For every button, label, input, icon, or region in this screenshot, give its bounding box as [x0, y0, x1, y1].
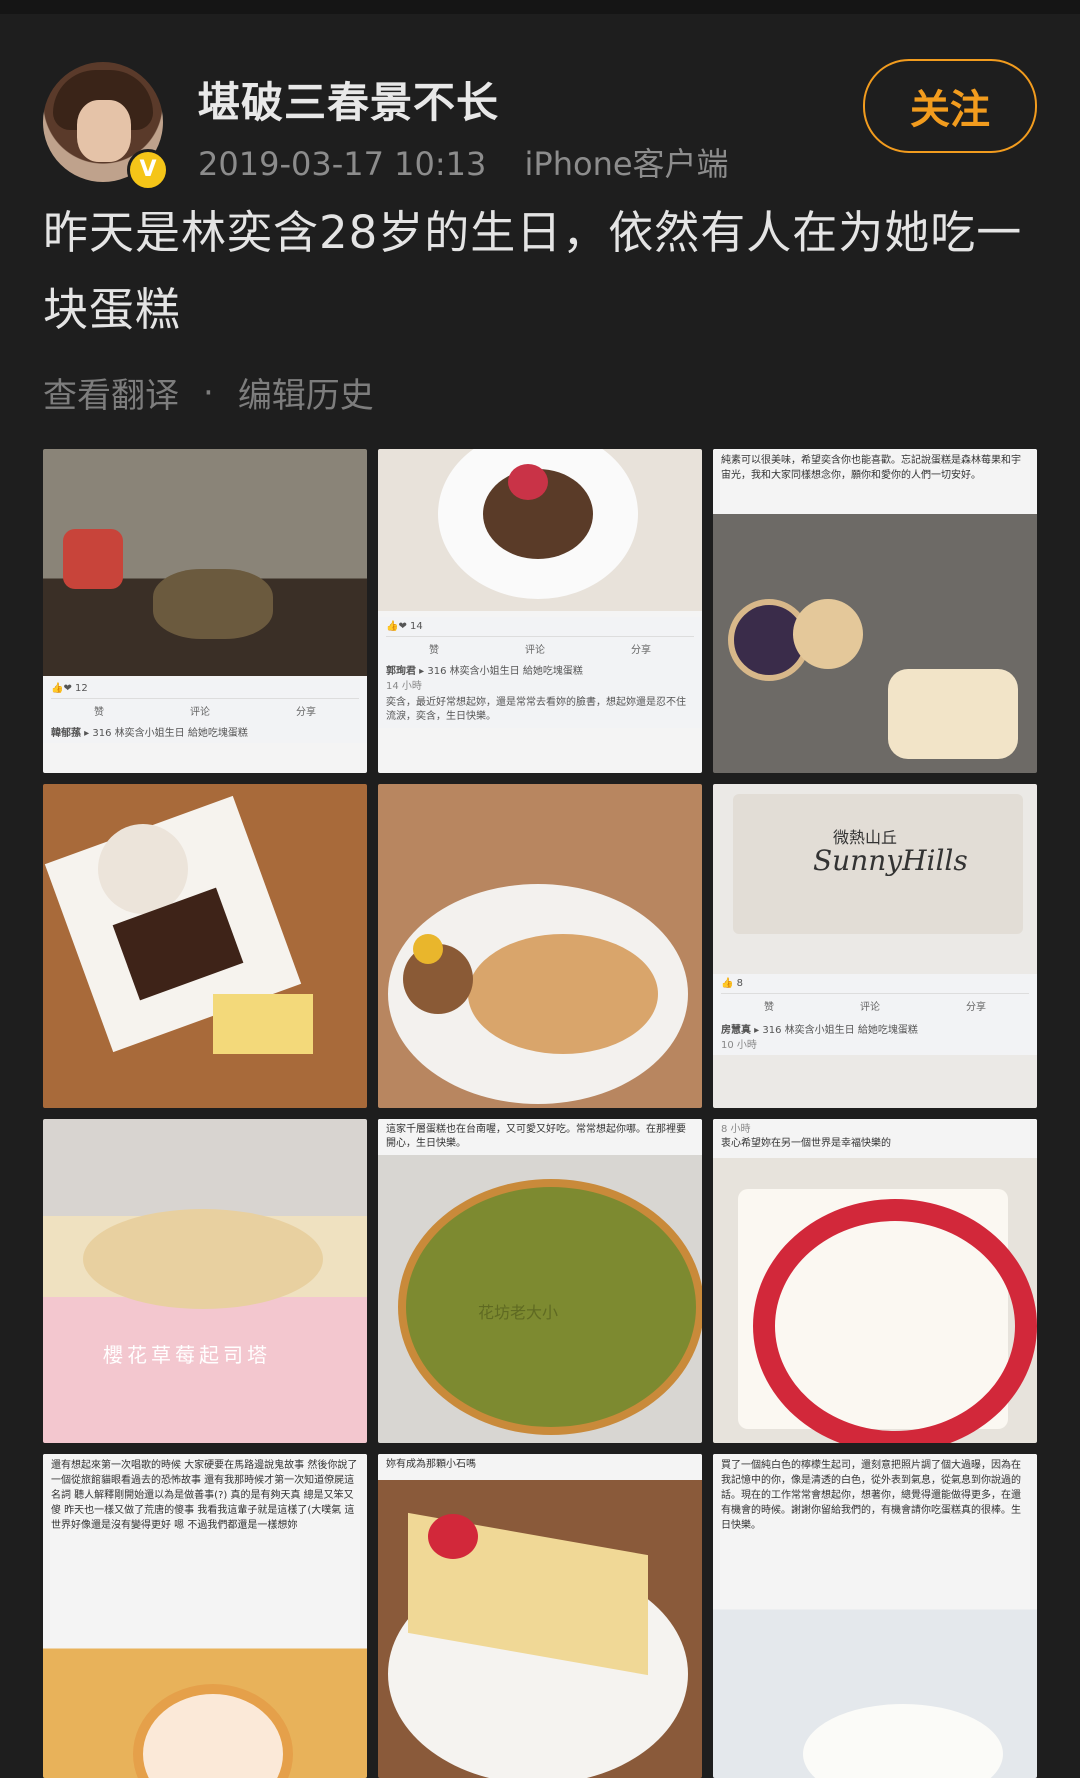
- post-time: 8 小時: [721, 1124, 751, 1135]
- post-time: 10 小時: [721, 1040, 757, 1051]
- caption: 8 小時 衷心希望妳在另一個世界是幸福快樂的: [713, 1119, 1037, 1155]
- image-grid: 👍❤ 12 赞 评论 分享 韓郁蓀 ▸ 316 林奕含小姐生日 給她吃塊蛋糕 👍…: [43, 449, 1037, 1778]
- image-thumbnail-6[interactable]: 微熱山丘 SunnyHills 👍 8 赞 评论 分享 房慧真 ▸ 316 林奕…: [713, 784, 1037, 1108]
- image-thumbnail-8[interactable]: 這家千層蛋糕也在台南喔，又可愛又好吃。常常想起你哪。在那裡要開心，生日快樂。 花…: [378, 1119, 702, 1443]
- username[interactable]: 堪破三春景不长: [198, 69, 499, 130]
- like-action: 赞: [94, 707, 104, 718]
- image-thumbnail-4[interactable]: [43, 784, 367, 1108]
- caption: 妳有成為那顆小石嗎: [378, 1454, 702, 1476]
- sakura-label: 櫻花草莓起司塔: [103, 1343, 271, 1367]
- comment-action: 评论: [860, 1002, 880, 1013]
- image-thumbnail-1[interactable]: 👍❤ 12 赞 评论 分享 韓郁蓀 ▸ 316 林奕含小姐生日 給她吃塊蛋糕: [43, 449, 367, 773]
- image-thumbnail-11[interactable]: 妳有成為那顆小石嗎: [378, 1454, 702, 1778]
- status-bar: [0, 0, 1080, 14]
- share-action: 分享: [296, 707, 316, 718]
- edit-history-link[interactable]: 编辑历史: [238, 368, 374, 417]
- like-icon: 👍❤: [386, 621, 407, 632]
- translate-link[interactable]: 查看翻译: [43, 368, 179, 417]
- share-action: 分享: [631, 645, 651, 656]
- poster-name: 韓郁蓀: [51, 728, 81, 739]
- caption: 買了一個純白色的檸檬生起司，還刻意把照片調了個大過曝，因為在我記憶中的你，像是清…: [713, 1454, 1037, 1537]
- roll-cake: [133, 1684, 293, 1778]
- post-header: V 堪破三春景不长 2019-03-17 10:13 iPhone客户端 关注: [43, 49, 1037, 191]
- client-source: iPhone客户端: [524, 145, 729, 183]
- image-thumbnail-12[interactable]: 買了一個純白色的檸檬生起司，還刻意把照片調了個大過曝，因為在我記憶中的你，像是清…: [713, 1454, 1037, 1778]
- post-time: 14 小時: [386, 681, 422, 692]
- poster-name: 郭珣君: [386, 666, 416, 677]
- group-name: 316 林奕含小姐生日 給她吃塊蛋糕: [427, 666, 583, 677]
- like-action: 赞: [429, 645, 439, 656]
- group-name: 316 林奕含小姐生日 給她吃塊蛋糕: [762, 1025, 918, 1036]
- post-meta: 2019-03-17 10:13 iPhone客户端: [198, 139, 757, 185]
- share-action: 分享: [966, 1002, 986, 1013]
- like-count: 12: [75, 683, 88, 694]
- comment-action: 评论: [190, 707, 210, 718]
- image-thumbnail-9[interactable]: 8 小時 衷心希望妳在另一個世界是幸福快樂的: [713, 1119, 1037, 1443]
- like-count: 14: [410, 621, 423, 632]
- post-actions: 查看翻译 · 编辑历史: [43, 368, 1037, 417]
- tiramisu: [98, 824, 188, 914]
- caption: 奕含，最近好常想起妳，還是常常去看妳的臉書，想起妳還是忍不住流淚，奕含，生日快樂…: [386, 697, 686, 722]
- tea-cup: [63, 529, 123, 589]
- like-action: 赞: [764, 1002, 774, 1013]
- strawberry: [428, 1514, 478, 1559]
- like-icon: 👍❤: [51, 683, 72, 694]
- strawberry: [508, 464, 548, 500]
- timestamp: 2019-03-17 10:13: [198, 145, 487, 183]
- follow-button[interactable]: 关注: [863, 59, 1037, 153]
- image-thumbnail-7[interactable]: 櫻花草莓起司塔: [43, 1119, 367, 1443]
- sponge-cake: [888, 669, 1018, 759]
- box-text-en: SunnyHills: [813, 844, 968, 877]
- cake-plate: [153, 569, 273, 639]
- caption: 還有想起來第一次唱歌的時候 大家硬要在馬路邊說鬼故事 然後你說了一個從旅館貓眼看…: [43, 1454, 367, 1537]
- verified-icon: V: [127, 149, 169, 191]
- cake-stamp-text: 花坊老大小: [478, 1303, 559, 1322]
- fb-bar: 👍 8 赞 评论 分享 房慧真 ▸ 316 林奕含小姐生日 給她吃塊蛋糕 10 …: [713, 974, 1037, 1055]
- chestnut: [413, 934, 443, 964]
- caption: 純素可以很美味，希望奕含你也能喜歡。忘記說蛋糕是森林莓果和宇宙光，我和大家同樣想…: [713, 449, 1037, 487]
- caption-text: 衷心希望妳在另一個世界是幸福快樂的: [721, 1138, 891, 1149]
- caption: 這家千層蛋糕也在台南喔，又可愛又好吃。常常想起你哪。在那裡要開心，生日快樂。: [378, 1119, 702, 1155]
- image-thumbnail-5[interactable]: [378, 784, 702, 1108]
- post-text: 昨天是林奕含28岁的生日，依然有人在为她吃一块蛋糕: [43, 206, 1023, 336]
- comment-action: 评论: [525, 645, 545, 656]
- avatar-face: [77, 100, 131, 162]
- fb-bar: 👍❤ 14 赞 评论 分享 郭珣君 ▸ 316 林奕含小姐生日 給她吃塊蛋糕 1…: [378, 617, 702, 728]
- weibo-post: V 堪破三春景不长 2019-03-17 10:13 iPhone客户端 关注 …: [0, 49, 1080, 1778]
- strawberry-ring: [753, 1199, 1037, 1443]
- tart: [83, 1209, 323, 1309]
- like-count: 8: [736, 978, 744, 989]
- group-name: 316 林奕含小姐生日 給她吃塊蛋糕: [92, 728, 248, 739]
- like-icon: 👍: [721, 978, 734, 989]
- fb-bar: 👍❤ 12 赞 评论 分享 韓郁蓀 ▸ 316 林奕含小姐生日 給她吃塊蛋糕: [43, 679, 367, 743]
- souffle-pancake: [468, 934, 658, 1054]
- image-thumbnail-3[interactable]: 純素可以很美味，希望奕含你也能喜歡。忘記說蛋糕是森林莓果和宇宙光，我和大家同樣想…: [713, 449, 1037, 773]
- poster-name: 房慧真: [721, 1025, 751, 1036]
- image-thumbnail-2[interactable]: 👍❤ 14 赞 评论 分享 郭珣君 ▸ 316 林奕含小姐生日 給她吃塊蛋糕 1…: [378, 449, 702, 773]
- donut-cake: [793, 599, 863, 669]
- image-thumbnail-10[interactable]: 還有想起來第一次唱歌的時候 大家硬要在馬路邊說鬼故事 然後你說了一個從旅館貓眼看…: [43, 1454, 367, 1778]
- separator: ·: [203, 372, 214, 413]
- cheesecake: [213, 994, 313, 1054]
